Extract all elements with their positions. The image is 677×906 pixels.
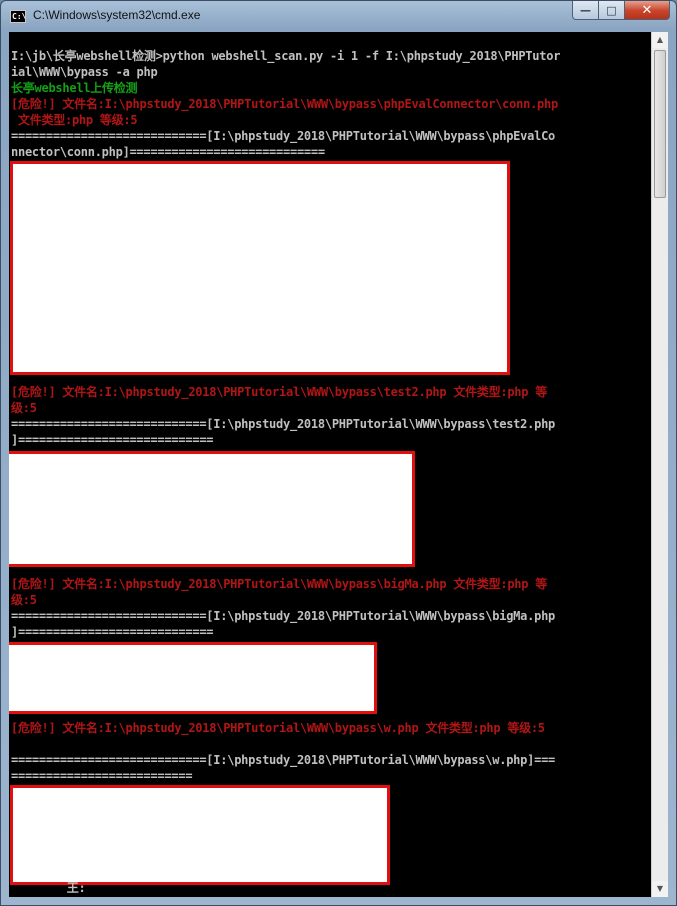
console-line: 文件类型:php 等级:5 xyxy=(11,113,138,127)
console-line: ial\WWW\bypass -a php xyxy=(11,65,158,79)
scroll-thumb[interactable] xyxy=(654,50,666,198)
redacted-region xyxy=(9,451,415,567)
scroll-up-icon[interactable]: ▲ xyxy=(652,32,668,48)
vertical-scrollbar[interactable]: ▲ ▼ xyxy=(651,32,668,897)
console-line: nnector\conn.php]=======================… xyxy=(11,145,325,159)
console-line: [危险!] 文件名:I:\phpstudy_2018\PHPTutorial\W… xyxy=(11,97,558,111)
console-line: ============================[I:\phpstudy… xyxy=(11,417,556,431)
minimize-button[interactable]: — xyxy=(572,1,599,20)
redacted-region xyxy=(10,785,390,885)
console-line: [危险!] 文件名:I:\phpstudy_2018\PHPTutorial\W… xyxy=(11,385,547,399)
window-title: C:\Windows\system32\cmd.exe xyxy=(33,8,201,22)
console-line: 级:5 xyxy=(11,593,37,607)
console-line: ]============================ xyxy=(11,625,214,639)
title-bar[interactable]: C:\ C:\Windows\system32\cmd.exe — □ ✕ xyxy=(1,1,676,31)
console-line: 王: xyxy=(11,881,86,895)
console-line: 长亭webshell上传检测 xyxy=(11,81,138,95)
console-line: ========================== xyxy=(11,769,193,783)
console-line: ============================[I:\phpstudy… xyxy=(11,129,556,143)
console-line: ============================[I:\phpstudy… xyxy=(11,609,556,623)
console-line: I:\jb\长亭webshell检测>python webshell_scan.… xyxy=(11,49,561,63)
window-controls: — □ ✕ xyxy=(572,1,670,21)
cmd-icon: C:\ xyxy=(10,10,26,23)
console-line: ]============================ xyxy=(11,433,214,447)
redacted-region xyxy=(10,161,510,375)
console-line: ============================[I:\phpstudy… xyxy=(11,753,556,767)
scroll-down-icon[interactable]: ▼ xyxy=(652,881,668,897)
console-line: [危险!] 文件名:I:\phpstudy_2018\PHPTutorial\W… xyxy=(11,721,545,735)
console-line: 级:5 xyxy=(11,401,37,415)
console-line: [危险!] 文件名:I:\phpstudy_2018\PHPTutorial\W… xyxy=(11,577,547,591)
console-output[interactable]: I:\jb\长亭webshell检测>python webshell_scan.… xyxy=(9,32,651,897)
maximize-button[interactable]: □ xyxy=(599,1,625,20)
cmd-window: C:\ C:\Windows\system32\cmd.exe — □ ✕ I:… xyxy=(0,0,677,906)
close-button[interactable]: ✕ xyxy=(625,1,670,20)
redacted-region xyxy=(9,642,377,714)
